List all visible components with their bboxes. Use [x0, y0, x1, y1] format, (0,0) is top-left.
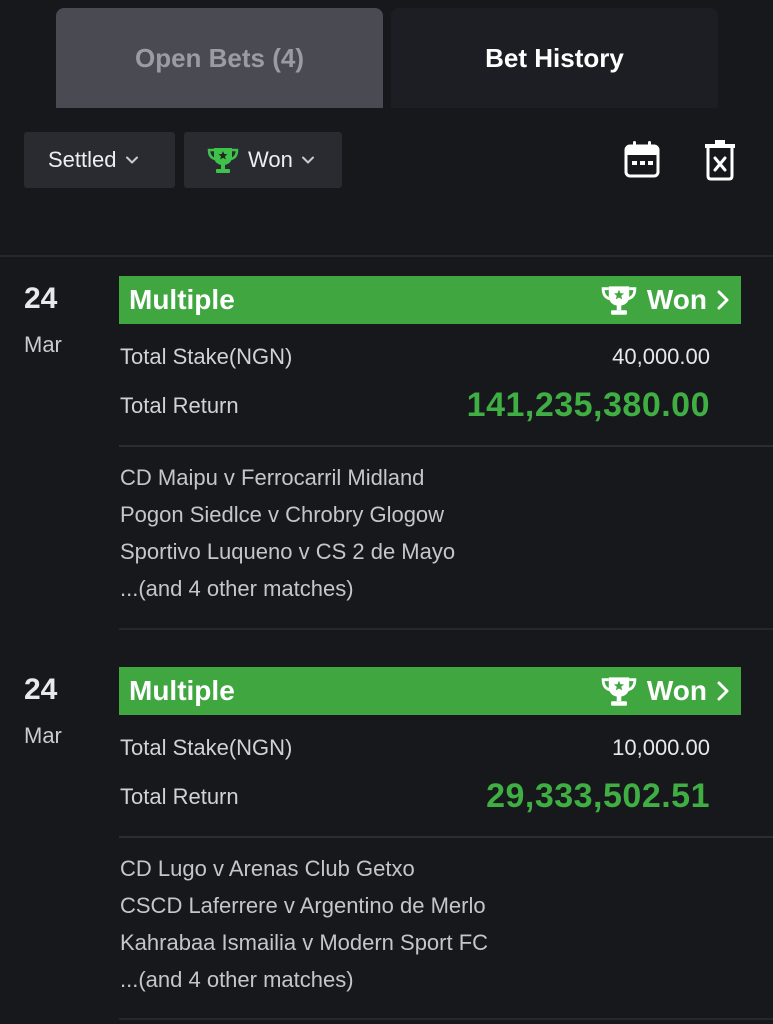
stake-row: Total Stake(NGN) 40,000.00 [120, 344, 710, 370]
bet-tabs: Open Bets (4) Bet History [56, 8, 718, 108]
list-divider [119, 1018, 773, 1020]
bet-card[interactable]: 24 Mar Multiple Won Total Stake(NG [0, 274, 773, 654]
calendar-icon[interactable] [622, 138, 662, 182]
list-divider [0, 255, 773, 257]
bet-status: Won [599, 674, 731, 708]
trophy-icon [207, 148, 239, 173]
trash-x-icon[interactable] [700, 138, 740, 182]
list-divider [119, 628, 773, 630]
bet-type: Multiple [129, 284, 235, 315]
result-filter-dropdown[interactable]: Won [184, 132, 342, 188]
stake-row: Total Stake(NGN) 10,000.00 [120, 735, 710, 761]
return-label: Total Return [120, 392, 239, 418]
card-divider [119, 445, 773, 447]
match-item: CSCD Laferrere v Argentino de Merlo [120, 893, 486, 918]
return-label: Total Return [120, 783, 239, 809]
bet-card[interactable]: 24 Mar Multiple Won Total Stake(NG [0, 665, 773, 1024]
more-matches: ...(and 4 other matches) [120, 967, 354, 992]
bet-status-label: Won [646, 675, 707, 706]
more-matches: ...(and 4 other matches) [120, 576, 354, 601]
return-value: 141,235,380.00 [466, 386, 710, 424]
stake-label: Total Stake(NGN) [120, 344, 293, 369]
bet-header-bar[interactable]: Multiple Won [119, 667, 741, 715]
stake-value: 40,000.00 [612, 344, 710, 369]
tab-open-bets[interactable]: Open Bets (4) [56, 8, 383, 108]
bet-date-month: Mar [24, 332, 62, 357]
bet-date-month: Mar [24, 723, 62, 748]
bet-history-page: Open Bets (4) Bet History Settled Won 24… [0, 0, 773, 1024]
status-filter-dropdown[interactable]: Settled [24, 132, 175, 188]
chevron-down-icon [301, 156, 314, 164]
result-filter-label: Won [248, 147, 293, 172]
bet-header-bar[interactable]: Multiple Won [119, 276, 741, 324]
card-divider [119, 836, 773, 838]
tab-bet-history[interactable]: Bet History [391, 8, 718, 108]
return-row: Total Return 29,333,502.51 [120, 777, 710, 816]
match-list: CD Lugo v Arenas Club Getxo CSCD Laferre… [120, 850, 680, 998]
chevron-right-icon [717, 681, 729, 701]
chevron-down-icon [125, 156, 138, 164]
match-item: Kahrabaa Ismailia v Modern Sport FC [120, 930, 489, 955]
bet-status: Won [599, 283, 731, 317]
bet-type: Multiple [129, 675, 235, 706]
return-value: 29,333,502.51 [486, 777, 710, 815]
bet-date-day: 24 [24, 282, 58, 315]
match-item: CD Maipu v Ferrocarril Midland [120, 465, 425, 490]
status-filter-label: Settled [48, 147, 117, 172]
match-item: CD Lugo v Arenas Club Getxo [120, 856, 415, 881]
bet-date-day: 24 [24, 673, 58, 706]
chevron-right-icon [717, 290, 729, 310]
trophy-icon [601, 286, 637, 315]
match-item: Sportivo Luqueno v CS 2 de Mayo [120, 539, 456, 564]
match-item: Pogon Siedlce v Chrobry Glogow [120, 502, 445, 527]
stake-label: Total Stake(NGN) [120, 735, 293, 760]
stake-value: 10,000.00 [612, 735, 710, 760]
match-list: CD Maipu v Ferrocarril Midland Pogon Sie… [120, 459, 680, 607]
trophy-icon [601, 677, 637, 706]
return-row: Total Return 141,235,380.00 [120, 386, 710, 425]
bet-status-label: Won [646, 284, 707, 315]
